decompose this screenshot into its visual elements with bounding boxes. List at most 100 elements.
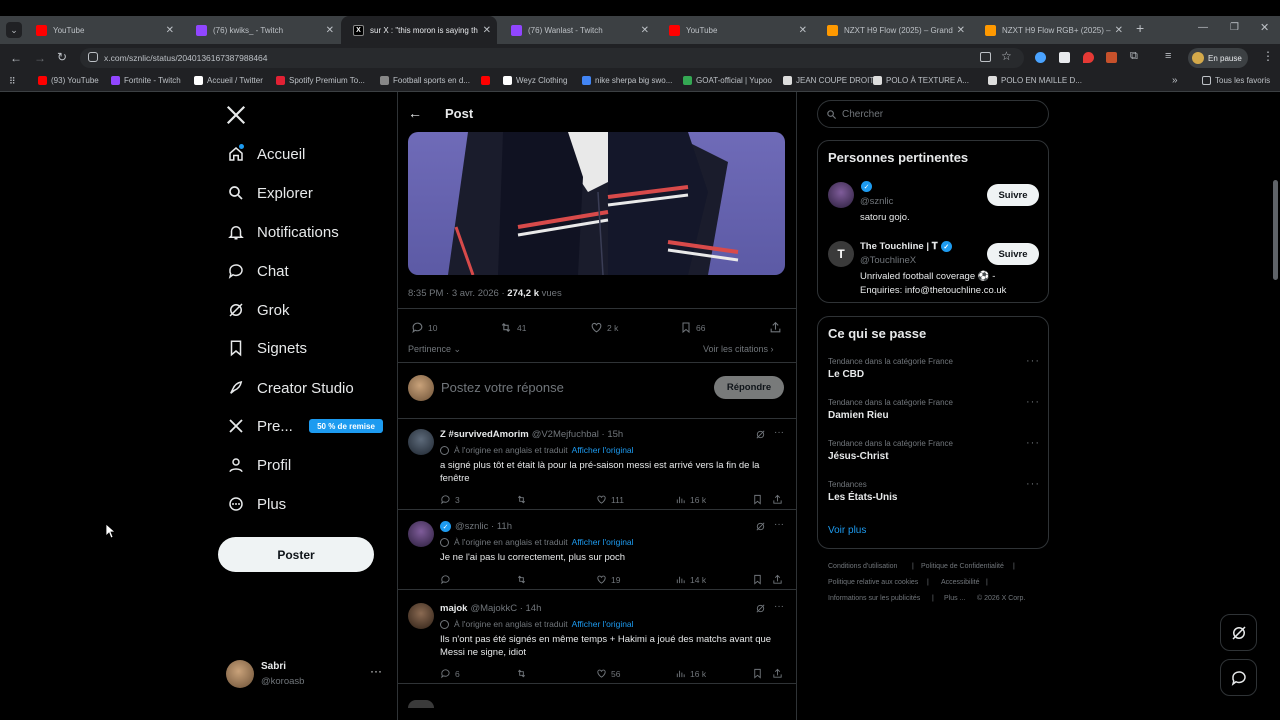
browser-tab[interactable]: NZXT H9 Flow (2025) – Grand ✕	[815, 19, 971, 41]
repost-button[interactable]	[516, 494, 531, 505]
nav-item-chat[interactable]: Chat	[226, 261, 289, 281]
footer-link[interactable]: Accessibilité	[941, 579, 980, 586]
back-arrow-icon[interactable]: ←	[408, 105, 422, 121]
bookmark-item[interactable]: (93) YouTube	[38, 76, 99, 85]
reply-button[interactable]: 3	[440, 494, 460, 505]
nav-item-accueil[interactable]: Accueil	[226, 144, 305, 164]
address-bar[interactable]: x.com/sznlic/status/2040136167387988464	[80, 48, 1024, 68]
person-avatar[interactable]	[828, 182, 854, 208]
repost-button[interactable]	[516, 574, 531, 585]
post-button[interactable]: Poster	[218, 537, 374, 572]
bookmark-item[interactable]: Spotify Premium To...	[276, 76, 365, 85]
share-button[interactable]	[772, 668, 787, 679]
chrome-menu-icon[interactable]: ⋮	[1262, 49, 1274, 63]
bookmarks-overflow-icon[interactable]: »	[1172, 75, 1178, 86]
bookmark-item[interactable]: JEAN COUPE DROIT...	[783, 76, 880, 85]
grok-icon[interactable]	[755, 603, 766, 614]
nav-item-explorer[interactable]: Explorer	[226, 183, 313, 203]
show-original-link[interactable]: Afficher l'original	[572, 537, 634, 547]
site-info-icon[interactable]	[88, 52, 98, 62]
like-button[interactable]: 111	[596, 494, 624, 505]
reply-input[interactable]: Postez votre réponse	[441, 380, 564, 395]
sort-dropdown[interactable]: Pertinence ⌄	[408, 344, 461, 355]
extension-icon-3[interactable]	[1083, 52, 1094, 63]
bookmark-item[interactable]: GOAT-official | Yupoo	[683, 76, 772, 85]
tab-search-button[interactable]: ⌄	[6, 22, 22, 38]
bookmark-item[interactable]: Weyz Clothing	[503, 76, 567, 85]
footer-link[interactable]: Plus ...	[944, 595, 965, 602]
trend-item[interactable]: Tendance dans la catégorie France Le CBD ·…	[818, 355, 1048, 393]
share-button[interactable]	[772, 494, 787, 505]
bookmark-button[interactable]: 66	[680, 321, 705, 334]
bookmark-button[interactable]	[752, 574, 767, 585]
like-button[interactable]: 56	[596, 668, 620, 679]
all-bookmarks[interactable]: Tous les favoris	[1202, 76, 1270, 85]
restore-button[interactable]: ❐	[1230, 22, 1239, 33]
nav-item-notifications[interactable]: Notifications	[226, 222, 339, 242]
premium-discount-badge[interactable]: 50 % de remise	[309, 419, 383, 433]
bookmark-button[interactable]	[752, 494, 767, 505]
extensions-puzzle-icon[interactable]: ⧉	[1130, 50, 1138, 63]
more-icon[interactable]: ···	[1026, 437, 1040, 449]
extension-icon-2[interactable]	[1059, 52, 1070, 63]
scrollbar-thumb[interactable]	[1273, 180, 1278, 280]
tab-close-icon[interactable]: ✕	[641, 25, 649, 36]
like-button[interactable]: 2 k	[590, 321, 618, 334]
like-button[interactable]: 19	[596, 574, 620, 585]
profile-chip[interactable]: En pause	[1188, 48, 1248, 68]
share-button[interactable]	[772, 574, 787, 585]
browser-tab[interactable]: (76) kwiks_ - Twitch ✕	[184, 19, 340, 41]
bookmark-item[interactable]	[481, 76, 494, 85]
extension-icon-4[interactable]	[1106, 52, 1117, 63]
share-button[interactable]	[769, 321, 786, 334]
forward-icon[interactable]: →	[34, 51, 46, 65]
nav-item-creator-studio[interactable]: Creator Studio	[226, 378, 354, 398]
nav-item-signets[interactable]: Signets	[226, 338, 307, 358]
trend-item[interactable]: Tendance dans la catégorie France Jésus-C…	[818, 437, 1048, 475]
reply-author-name[interactable]: majok	[440, 603, 467, 614]
tab-close-icon[interactable]: ✕	[1115, 25, 1123, 36]
more-icon[interactable]: ···	[370, 664, 382, 678]
view-quotes-link[interactable]: Voir les citations ›	[703, 344, 774, 354]
more-icon[interactable]: ···	[774, 601, 784, 612]
nav-item-profil[interactable]: Profil	[226, 455, 291, 475]
footer-link[interactable]: Informations sur les publicités	[828, 595, 920, 602]
back-icon[interactable]: ←	[10, 51, 22, 65]
repost-button[interactable]	[516, 668, 531, 679]
nav-item-grok[interactable]: Grok	[226, 300, 290, 320]
grok-icon[interactable]	[755, 521, 766, 532]
person-avatar[interactable]: T	[828, 241, 854, 267]
footer-link[interactable]: © 2026 X Corp.	[977, 595, 1025, 602]
reply-avatar[interactable]	[408, 700, 434, 708]
trend-item[interactable]: Tendances Les États-Unis ···	[818, 478, 1048, 516]
reload-icon[interactable]: ↻	[57, 50, 67, 64]
reply-avatar[interactable]	[408, 603, 434, 629]
trend-item[interactable]: Tendance dans la catégorie France Damien …	[818, 396, 1048, 434]
tab-close-icon[interactable]: ✕	[799, 25, 807, 36]
star-icon[interactable]: ☆	[1001, 49, 1012, 63]
reading-list-icon[interactable]: ≡	[1165, 50, 1171, 62]
bookmark-item[interactable]: nike sherpa big swo...	[582, 76, 672, 85]
bookmark-button[interactable]	[752, 668, 767, 679]
nav-item-plus[interactable]: Plus	[226, 494, 286, 514]
more-icon[interactable]: ···	[1026, 478, 1040, 490]
bookmark-item[interactable]: Football sports en d...	[380, 76, 470, 85]
tab-close-icon[interactable]: ✕	[166, 25, 174, 36]
minimize-button[interactable]: —	[1198, 22, 1208, 33]
reply-avatar[interactable]	[408, 521, 434, 547]
show-original-link[interactable]: Afficher l'original	[572, 619, 634, 629]
account-switcher[interactable]: Sabri @koroasb ···	[226, 658, 386, 692]
browser-tab[interactable]: (76) Wanlast - Twitch ✕	[499, 19, 655, 41]
search-bar[interactable]: Chercher	[817, 100, 1049, 128]
reply-author-name[interactable]: Z #survivedAmorim	[440, 429, 529, 440]
x-logo-icon[interactable]	[225, 104, 247, 126]
grok-floating-button[interactable]	[1220, 614, 1257, 651]
browser-tab[interactable]: YouTube ✕	[24, 19, 180, 41]
reply-button[interactable]	[440, 574, 455, 585]
grok-icon[interactable]	[755, 429, 766, 440]
bookmark-item[interactable]: POLO EN MAILLE D...	[988, 76, 1082, 85]
browser-tab[interactable]: YouTube ✕	[657, 19, 813, 41]
more-icon[interactable]: ···	[1026, 355, 1040, 367]
footer-link[interactable]: Conditions d'utilisation	[828, 563, 897, 570]
footer-link[interactable]: Politique de Confidentialité	[921, 563, 1004, 570]
